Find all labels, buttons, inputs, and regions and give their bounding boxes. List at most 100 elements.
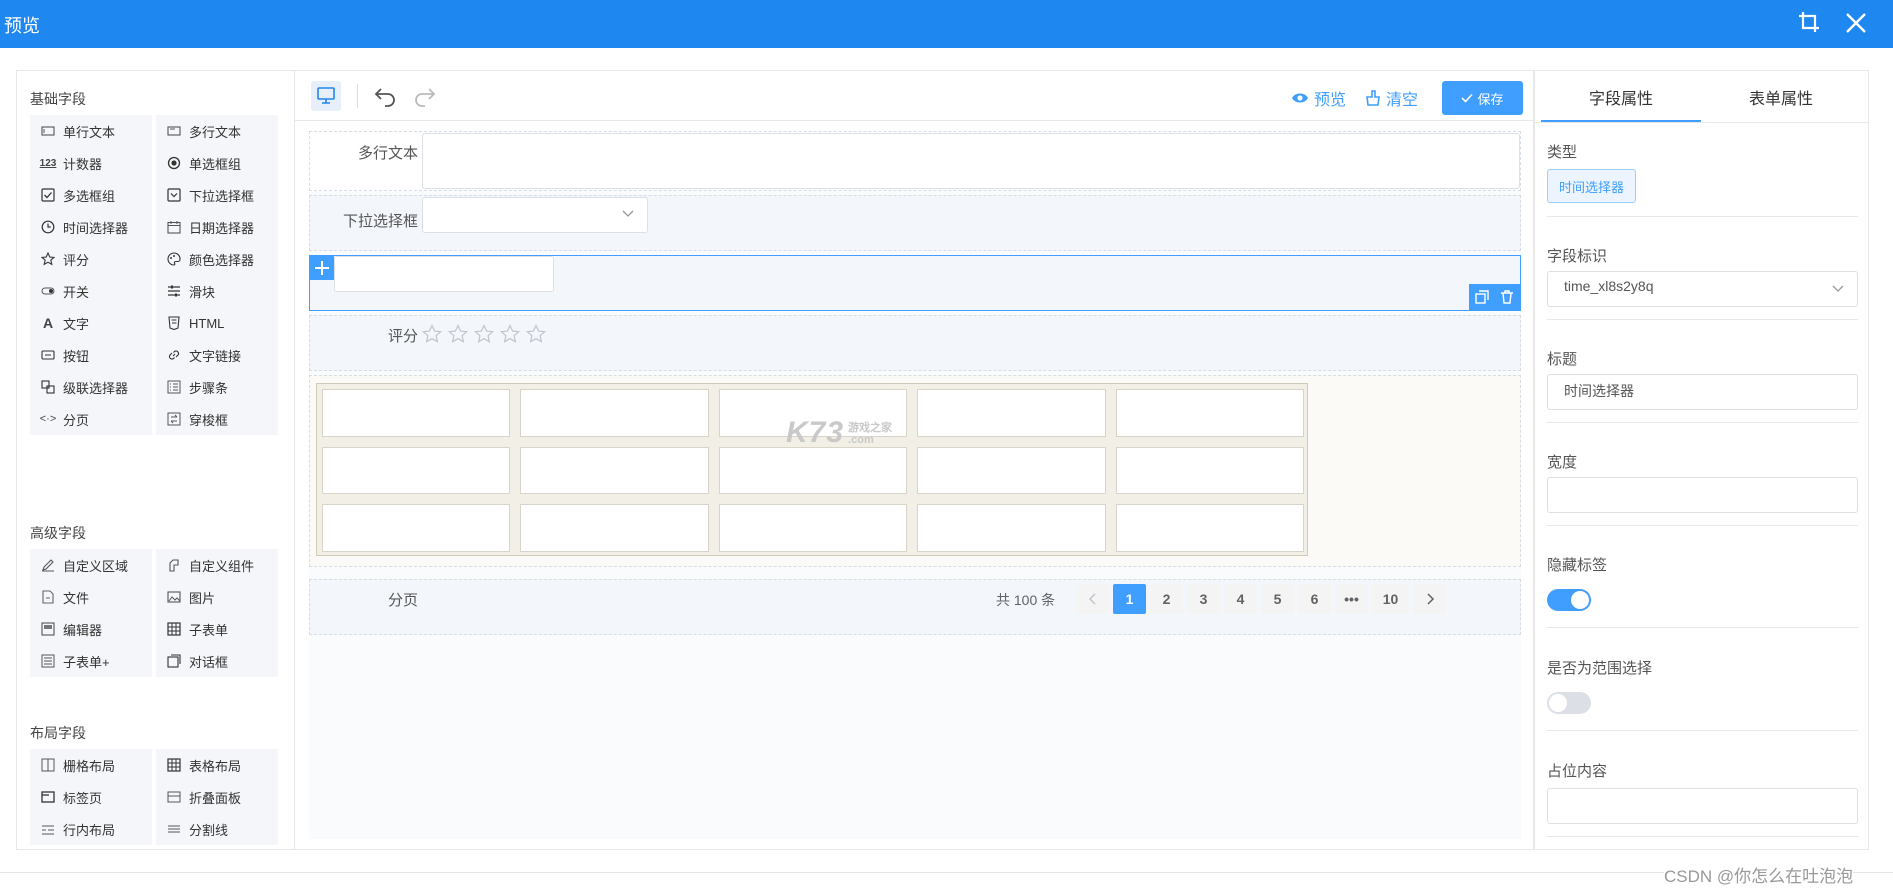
component-item-pagination[interactable]: <·> 分页: [30, 403, 152, 435]
table-cell[interactable]: [917, 446, 1106, 495]
table-cell[interactable]: [718, 504, 908, 552]
pager-page-active[interactable]: 1: [1113, 584, 1146, 614]
placeholder-input[interactable]: [1547, 788, 1858, 824]
component-item-switch[interactable]: 开关: [30, 275, 152, 307]
component-item-image[interactable]: 图片: [156, 581, 278, 613]
component-item-file[interactable]: 文件: [30, 581, 152, 613]
tab-form-properties[interactable]: 表单属性: [1701, 71, 1861, 122]
star-icon[interactable]: [447, 324, 469, 349]
pager-page[interactable]: •••: [1335, 584, 1368, 614]
component-item-button[interactable]: 按钮: [30, 339, 152, 371]
table-cell[interactable]: [322, 446, 511, 495]
component-item-calendar[interactable]: 日期选择器: [156, 211, 278, 243]
component-item-slider[interactable]: 滑块: [156, 275, 278, 307]
star-icon[interactable]: [525, 324, 547, 349]
time-picker-row-selected[interactable]: [309, 255, 1521, 311]
pager-page[interactable]: 5: [1261, 584, 1294, 614]
field-id-select[interactable]: time_xl8s2y8q: [1547, 271, 1858, 307]
select-field-row[interactable]: 下拉选择框: [309, 195, 1521, 251]
pager-page[interactable]: 3: [1187, 584, 1220, 614]
hide-label-switch[interactable]: [1547, 589, 1591, 611]
component-item-inline[interactable]: 行内布局: [30, 813, 152, 845]
star-icon[interactable]: [499, 324, 521, 349]
component-item-subform[interactable]: 子表单+: [30, 645, 152, 677]
rate-stars[interactable]: [421, 324, 547, 349]
component-item-table[interactable]: 子表单: [156, 613, 278, 645]
table-cell[interactable]: [520, 504, 709, 552]
pager-next-button[interactable]: [1413, 584, 1446, 614]
table-cell[interactable]: [1115, 389, 1304, 437]
component-item-label: 级联选择器: [63, 380, 129, 396]
pager-page[interactable]: 4: [1224, 584, 1257, 614]
component-item-html[interactable]: HTML: [156, 307, 278, 339]
pager-page[interactable]: 2: [1150, 584, 1183, 614]
width-input[interactable]: [1547, 477, 1858, 513]
component-item-label: 按钮: [63, 348, 90, 364]
table-cell[interactable]: [322, 504, 511, 552]
component-item-component[interactable]: 自定义组件: [156, 549, 278, 581]
component-item-label: 滑块: [189, 284, 216, 300]
undo-icon[interactable]: [373, 85, 397, 112]
star-icon[interactable]: [421, 324, 443, 349]
table-cell[interactable]: [1115, 446, 1304, 495]
component-item-dialog[interactable]: 对话框: [156, 645, 278, 677]
component-item-grid[interactable]: 栅格布局: [30, 749, 152, 781]
component-item-table-layout[interactable]: 表格布局: [156, 749, 278, 781]
rate-field-row[interactable]: 评分: [309, 315, 1521, 371]
component-item-pen[interactable]: 自定义区域: [30, 549, 152, 581]
table-cell[interactable]: [718, 446, 908, 495]
component-item-tabs[interactable]: 标签页: [30, 781, 152, 813]
table-cell[interactable]: [322, 389, 511, 437]
redo-icon[interactable]: [413, 85, 437, 112]
component-item-checkbox[interactable]: 多选框组: [30, 179, 152, 211]
component-item-editor[interactable]: 编辑器: [30, 613, 152, 645]
select-input[interactable]: [422, 197, 648, 233]
component-item-star[interactable]: 评分: [30, 243, 152, 275]
clear-button[interactable]: 清空: [1365, 86, 1418, 110]
component-item-text[interactable]: A 文字: [30, 307, 152, 339]
title-input[interactable]: 时间选择器: [1547, 374, 1858, 410]
divider-icon: [166, 821, 182, 837]
table-cell[interactable]: [917, 504, 1106, 552]
pager-prev-button[interactable]: [1076, 584, 1109, 614]
tab-field-properties[interactable]: 字段属性: [1541, 71, 1701, 122]
table-cell[interactable]: [520, 389, 709, 437]
crop-icon[interactable]: [1797, 10, 1823, 36]
textarea-input[interactable]: [422, 133, 1520, 189]
component-item-cascader[interactable]: 级联选择器: [30, 371, 152, 403]
component-item-radio[interactable]: 单选框组: [156, 147, 278, 179]
pagination-field-row[interactable]: 分页 共 100 条 1 2 3 4 5 6 ••• 10: [309, 579, 1521, 635]
save-label: 保存: [1477, 91, 1504, 107]
component-item-steps[interactable]: 步骤条: [156, 371, 278, 403]
table-cell[interactable]: [917, 389, 1106, 437]
component-item-label: 分割线: [189, 822, 229, 838]
table-cell[interactable]: [520, 446, 709, 495]
close-icon[interactable]: [1843, 10, 1869, 36]
table-cell[interactable]: [1115, 504, 1304, 552]
component-item-divider[interactable]: 分割线: [156, 813, 278, 845]
pager-page[interactable]: 6: [1298, 584, 1331, 614]
star-icon[interactable]: [473, 324, 495, 349]
component-item-collapse[interactable]: 折叠面板: [156, 781, 278, 813]
pager-page[interactable]: 10: [1372, 584, 1409, 614]
desktop-view-button[interactable]: [311, 81, 341, 111]
drag-handle[interactable]: [310, 256, 334, 280]
component-item-textarea[interactable]: 多行文本: [156, 115, 278, 147]
table-layout-row[interactable]: K73 游戏之家 .com: [309, 375, 1521, 567]
grid-icon: [40, 757, 56, 773]
range-switch[interactable]: [1547, 692, 1591, 714]
component-item-transfer[interactable]: 穿梭框: [156, 403, 278, 435]
component-item-clock[interactable]: 时间选择器: [30, 211, 152, 243]
component-item-palette[interactable]: 颜色选择器: [156, 243, 278, 275]
delete-field-button[interactable]: [1494, 284, 1520, 310]
pagination-icon: <·>: [39, 413, 57, 425]
component-item-link[interactable]: 文字链接: [156, 339, 278, 371]
save-button[interactable]: 保存: [1442, 81, 1523, 115]
preview-button[interactable]: 预览: [1291, 86, 1346, 110]
copy-field-button[interactable]: [1469, 284, 1495, 310]
textarea-field-row[interactable]: 多行文本: [309, 131, 1521, 191]
component-item-number[interactable]: 123 计数器: [30, 147, 152, 179]
time-picker-input[interactable]: [334, 256, 554, 292]
component-item-input[interactable]: 单行文本: [30, 115, 152, 147]
component-item-select[interactable]: 下拉选择框: [156, 179, 278, 211]
